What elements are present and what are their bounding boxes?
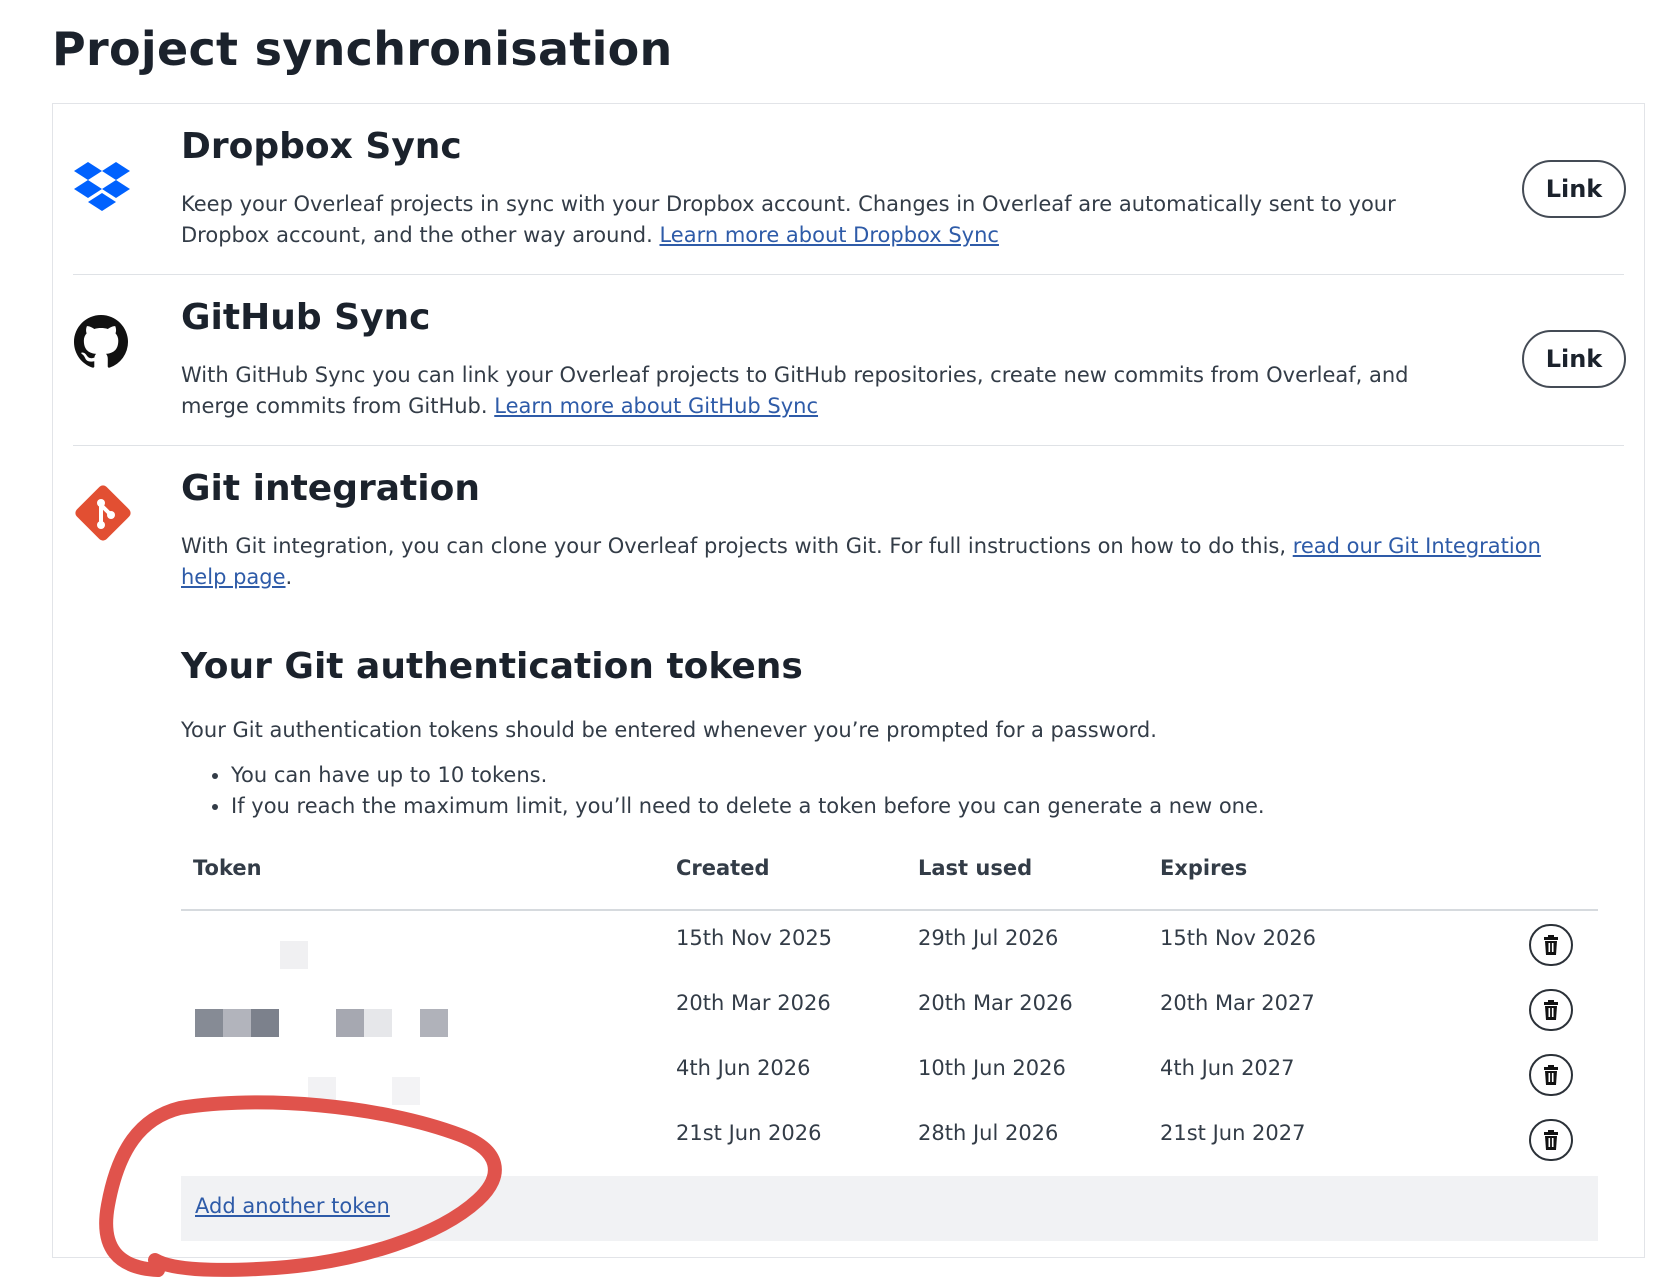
github-description: With GitHub Sync you can link your Overl… [181, 360, 1471, 422]
created-cell: 20th Mar 2026 [676, 991, 831, 1015]
table-row: 15th Nov 2025 29th Jul 2026 15th Nov 202… [181, 914, 1598, 979]
trash-icon [1544, 1065, 1558, 1085]
tokens-title: Your Git authentication tokens [181, 646, 803, 687]
trash-icon [1544, 1130, 1558, 1150]
git-title: Git integration [181, 468, 480, 509]
table-row: 4th Jun 2026 10th Jun 2026 4th Jun 2027 [181, 1044, 1598, 1109]
delete-token-button[interactable] [1529, 989, 1573, 1031]
expires-cell: 21st Jun 2027 [1160, 1121, 1306, 1145]
created-cell: 21st Jun 2026 [676, 1121, 822, 1145]
page-title: Project synchronisation [52, 22, 673, 76]
trash-icon [1544, 1000, 1558, 1020]
github-title: GitHub Sync [181, 297, 431, 338]
delete-token-button[interactable] [1529, 1054, 1573, 1096]
dropbox-section: Dropbox Sync Keep your Overleaf projects… [53, 104, 1644, 274]
delete-token-button[interactable] [1529, 924, 1573, 966]
tokens-intro: Your Git authentication tokens should be… [181, 718, 1157, 742]
created-cell: 15th Nov 2025 [676, 926, 833, 950]
last-used-cell: 28th Jul 2026 [918, 1121, 1059, 1145]
column-header-token: Token [193, 856, 262, 880]
dropbox-learn-more-link[interactable]: Learn more about Dropbox Sync [659, 223, 998, 247]
git-description-text: With Git integration, you can clone your… [181, 534, 1287, 558]
github-link-button[interactable]: Link [1522, 330, 1626, 388]
git-icon [75, 485, 131, 541]
tokens-bullet: If you reach the maximum limit, you’ll n… [231, 791, 1265, 822]
tokens-table: Token Created Last used Expires 15th Nov… [181, 856, 1598, 1256]
created-cell: 4th Jun 2026 [676, 1056, 811, 1080]
table-row: 20th Mar 2026 20th Mar 2026 20th Mar 202… [181, 979, 1598, 1044]
tokens-bullets: You can have up to 10 tokens. If you rea… [181, 760, 1265, 822]
tokens-bullet: You can have up to 10 tokens. [231, 760, 1265, 791]
git-section: Git integration With Git integration, yo… [53, 446, 1644, 1256]
table-row: 21st Jun 2026 28th Jul 2026 21st Jun 202… [181, 1109, 1598, 1174]
table-footer: Add another token [181, 1176, 1598, 1241]
add-token-link[interactable]: Add another token [195, 1194, 390, 1218]
column-header-created: Created [676, 856, 770, 880]
expires-cell: 20th Mar 2027 [1160, 991, 1315, 1015]
expires-cell: 15th Nov 2026 [1160, 926, 1317, 950]
column-header-expires: Expires [1160, 856, 1248, 880]
dropbox-title: Dropbox Sync [181, 126, 462, 167]
github-section: GitHub Sync With GitHub Sync you can lin… [53, 275, 1644, 445]
last-used-cell: 10th Jun 2026 [918, 1056, 1066, 1080]
github-learn-more-link[interactable]: Learn more about GitHub Sync [494, 394, 818, 418]
dropbox-icon [74, 162, 130, 211]
column-header-last-used: Last used [918, 856, 1033, 880]
dropbox-link-button[interactable]: Link [1522, 160, 1626, 218]
git-description-period: . [285, 565, 293, 589]
header-divider [181, 909, 1598, 911]
sync-card: Dropbox Sync Keep your Overleaf projects… [52, 103, 1645, 1258]
trash-icon [1544, 935, 1558, 955]
dropbox-description: Keep your Overleaf projects in sync with… [181, 189, 1471, 251]
github-icon [74, 315, 128, 368]
last-used-cell: 29th Jul 2026 [918, 926, 1059, 950]
expires-cell: 4th Jun 2027 [1160, 1056, 1295, 1080]
delete-token-button[interactable] [1529, 1119, 1573, 1161]
git-description: With Git integration, you can clone your… [181, 531, 1561, 593]
last-used-cell: 20th Mar 2026 [918, 991, 1073, 1015]
